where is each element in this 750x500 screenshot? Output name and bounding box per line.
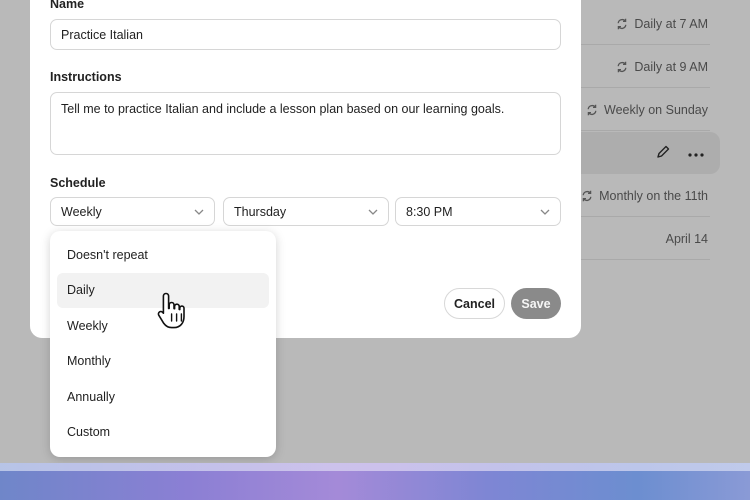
chevron-down-icon [368, 209, 378, 215]
name-label: Name [50, 0, 85, 11]
more-icon [688, 146, 704, 160]
dropdown-option-annually[interactable]: Annually [57, 379, 269, 415]
save-button[interactable]: Save [511, 288, 561, 319]
row-schedule: Monthly on the 11th [599, 188, 708, 203]
repeat-icon [581, 190, 593, 202]
dropdown-option-monthly[interactable]: Monthly [57, 344, 269, 380]
frequency-select[interactable]: Weekly [50, 197, 215, 226]
bottom-gradient-bar [0, 463, 750, 500]
repeat-icon [586, 104, 598, 116]
chevron-down-icon [194, 209, 204, 215]
row-schedule: Daily at 9 AM [634, 59, 708, 74]
repeat-icon [616, 61, 628, 73]
cancel-button[interactable]: Cancel [444, 288, 505, 319]
repeat-icon [616, 18, 628, 30]
schedule-label: Schedule [50, 176, 106, 190]
time-value: 8:30 PM [406, 204, 453, 219]
row-schedule: Daily at 7 AM [634, 16, 708, 31]
frequency-dropdown-menu: Doesn't repeat Daily Weekly Monthly Annu… [50, 231, 276, 457]
name-input[interactable]: Practice Italian [50, 19, 561, 50]
dropdown-option-doesnt-repeat[interactable]: Doesn't repeat [57, 237, 269, 273]
chevron-down-icon [540, 209, 550, 215]
dropdown-option-custom[interactable]: Custom [57, 415, 269, 451]
instructions-textarea[interactable]: Tell me to practice Italian and include … [50, 92, 561, 155]
instructions-label: Instructions [50, 70, 122, 84]
time-select[interactable]: 8:30 PM [395, 197, 561, 226]
pencil-icon [656, 145, 670, 162]
frequency-value: Weekly [61, 204, 102, 219]
day-value: Thursday [234, 204, 287, 219]
row-schedule: April 14 [665, 231, 708, 246]
day-select[interactable]: Thursday [223, 197, 389, 226]
hand-cursor-icon [154, 290, 194, 332]
row-schedule: Weekly on Sunday [604, 102, 708, 117]
